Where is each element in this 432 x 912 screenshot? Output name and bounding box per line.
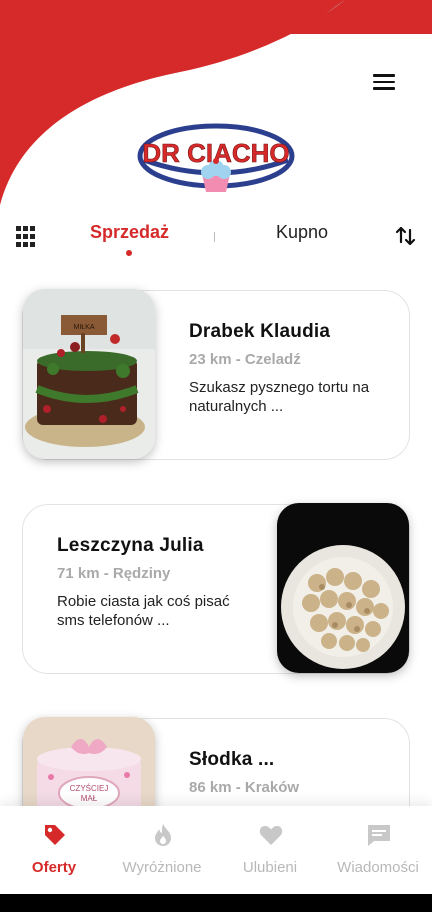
seller-name: Drabek Klaudia — [189, 321, 331, 342]
seller-name: Słodka ... — [189, 749, 275, 770]
heart-icon — [259, 825, 283, 845]
status-bar-overlay — [0, 0, 340, 34]
menu-button[interactable] — [370, 70, 398, 94]
grid-view-icon[interactable] — [16, 226, 38, 248]
offer-card[interactable]: MIŁKA Drabek Klaudia 23 km - Czeladź Szu… — [22, 289, 410, 460]
bottom-navigation: Oferty Wyróżnione Ulubieni Wiadomości — [0, 806, 432, 894]
nav-ulubieni[interactable]: Ulubieni — [216, 806, 324, 894]
sort-arrows-icon[interactable] — [394, 224, 418, 248]
nav-wyroznione[interactable]: Wyróżnione — [108, 806, 216, 894]
forest-cake-photo: MIŁKA — [23, 289, 155, 459]
chat-icon — [368, 825, 390, 846]
cookies-plate-photo — [277, 503, 409, 673]
svg-text:CZYŚCIEJ: CZYŚCIEJ — [70, 784, 109, 793]
tab-divider — [214, 232, 215, 242]
distance-location: 71 km - Rędziny — [57, 565, 171, 582]
nav-label: Ulubieni — [242, 859, 298, 876]
tab-kupno[interactable]: Kupno — [276, 222, 328, 243]
nav-label: Wiadomości — [337, 859, 419, 876]
nav-oferty[interactable]: Oferty — [0, 806, 108, 894]
nav-wiadomosci[interactable]: Wiadomości — [324, 806, 432, 894]
seller-name: Leszczyna Julia — [57, 535, 204, 556]
dr-ciacho-logo: DR CIACHO — [137, 123, 295, 192]
active-tab-indicator — [126, 250, 132, 256]
nav-label: Oferty — [31, 859, 77, 876]
tabs-bar: Sprzedaż Kupno — [0, 218, 432, 262]
svg-text:MIŁKA: MIŁKA — [73, 324, 94, 331]
offer-info: Słodka ... 86 km - Kraków — [189, 749, 389, 806]
tag-icon — [45, 825, 65, 845]
offer-card[interactable]: Leszczyna Julia 71 km - Rędziny Robie ci… — [22, 503, 410, 674]
distance-location: 86 km - Kraków — [189, 779, 300, 796]
nav-label: Wyróżnione — [122, 859, 202, 876]
offer-description: Robie ciasta jak coś pisać sms telefonów… — [57, 593, 230, 629]
svg-text:MAŁ: MAŁ — [81, 794, 98, 803]
flame-icon — [155, 824, 171, 846]
distance-location: 23 km - Czeladź — [189, 351, 301, 368]
system-navigation-bar — [0, 894, 432, 912]
offer-info: Drabek Klaudia 23 km - Czeladź Szukasz p… — [189, 321, 389, 416]
offer-description: Szukasz pysznego tortu na naturalnych ..… — [189, 379, 370, 415]
tab-sprzedaz[interactable]: Sprzedaż — [90, 222, 169, 243]
hamburger-menu-icon — [373, 74, 395, 77]
offer-info: Leszczyna Julia 71 km - Rędziny Robie ci… — [57, 535, 257, 630]
